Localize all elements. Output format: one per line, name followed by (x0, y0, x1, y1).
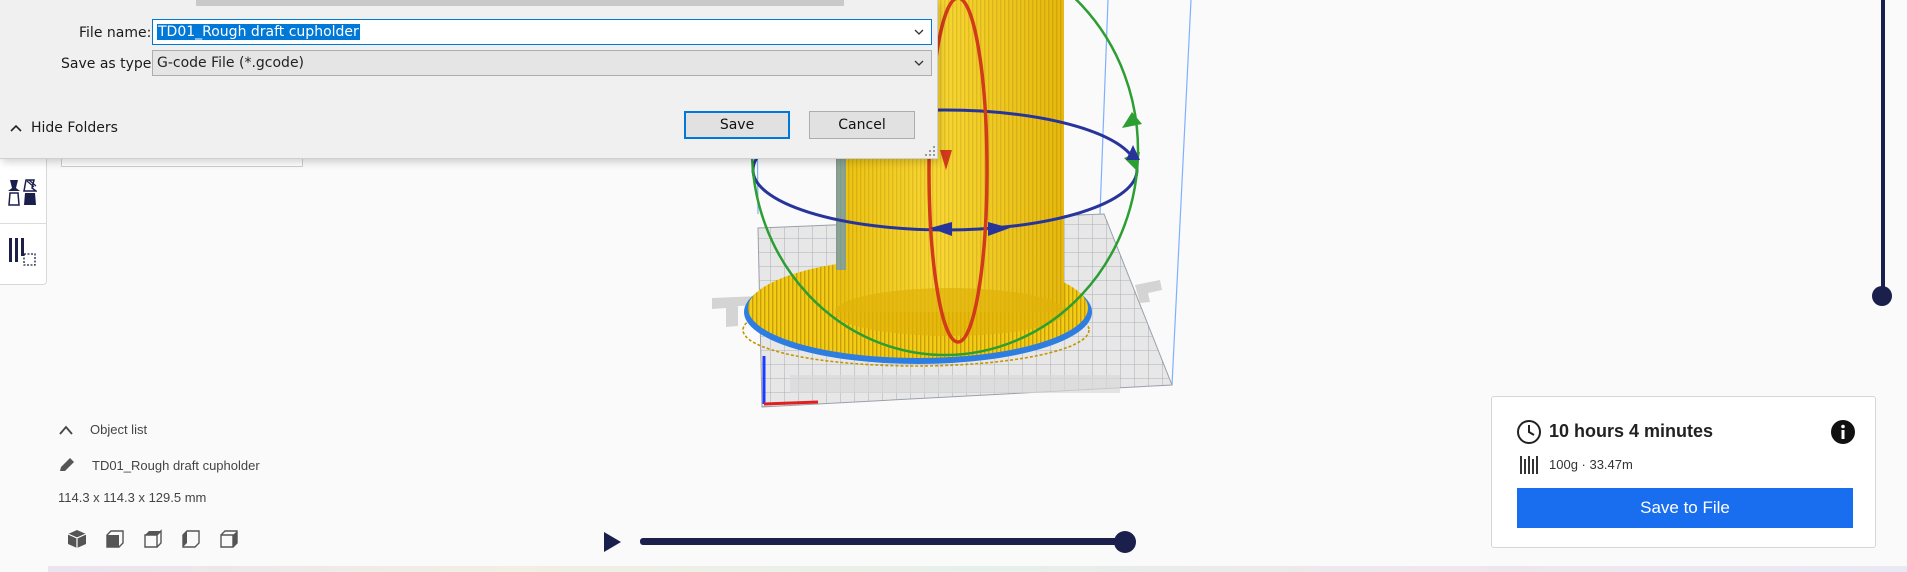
per-model-settings-icon[interactable] (4, 234, 40, 270)
print-info-card: 10 hours 4 minutes 100g · 33.47m Save to… (1491, 396, 1876, 548)
view-right-icon[interactable] (218, 528, 240, 550)
save-type-select[interactable]: G-code File (*.gcode) (152, 50, 932, 76)
object-name-row[interactable]: TD01_Rough draft cupholder (58, 456, 260, 474)
clock-icon (1517, 420, 1541, 444)
hide-folders-toggle[interactable]: Hide Folders (9, 120, 118, 136)
chevron-up-icon (10, 124, 22, 132)
pencil-icon (60, 458, 74, 471)
view-front-icon[interactable] (104, 528, 126, 550)
hide-folders-label: Hide Folders (31, 120, 118, 136)
file-name-input[interactable]: TD01_Rough draft cupholder (152, 19, 932, 45)
simulation-slider-handle[interactable] (1114, 531, 1136, 553)
save-button[interactable]: Save (684, 111, 790, 139)
view-top-icon[interactable] (142, 528, 164, 550)
filament-icon (1520, 456, 1538, 474)
print-time: 10 hours 4 minutes (1549, 421, 1714, 441)
info-icon[interactable] (1830, 419, 1856, 445)
object-name: TD01_Rough draft cupholder (92, 457, 260, 473)
object-list-label: Object list (90, 422, 148, 437)
simulation-slider-track[interactable] (640, 538, 1126, 545)
save-type-label: Save as type: (61, 56, 157, 72)
play-icon[interactable] (601, 530, 623, 554)
file-name-label: File name: (79, 25, 152, 41)
layer-slider-handle[interactable] (1872, 286, 1892, 306)
view-3d-icon[interactable] (66, 528, 88, 550)
chevron-down-icon[interactable] (913, 26, 925, 38)
object-dimensions: 114.3 x 114.3 x 129.5 mm (58, 490, 207, 505)
chevron-down-icon (914, 60, 924, 66)
cancel-button[interactable]: Cancel (809, 111, 915, 139)
object-list-toggle[interactable]: Object list (58, 422, 147, 437)
material-usage: 100g · 33.47m (1549, 457, 1633, 472)
save-type-value: G-code File (*.gcode) (157, 55, 305, 71)
support-blocker-icon[interactable] (4, 174, 40, 210)
save-file-dialog: File name: TD01_Rough draft cupholder Sa… (0, 0, 938, 159)
chevron-up-icon (59, 425, 73, 435)
resize-grip-icon[interactable] (925, 146, 935, 156)
save-to-file-button[interactable]: Save to File (1517, 488, 1853, 528)
folder-pane-edge (196, 0, 844, 6)
left-toolbar (0, 155, 47, 285)
file-name-value: TD01_Rough draft cupholder (157, 24, 360, 40)
bottom-strip (48, 566, 1907, 572)
layer-slider-track[interactable] (1881, 0, 1885, 296)
view-left-icon[interactable] (180, 528, 202, 550)
